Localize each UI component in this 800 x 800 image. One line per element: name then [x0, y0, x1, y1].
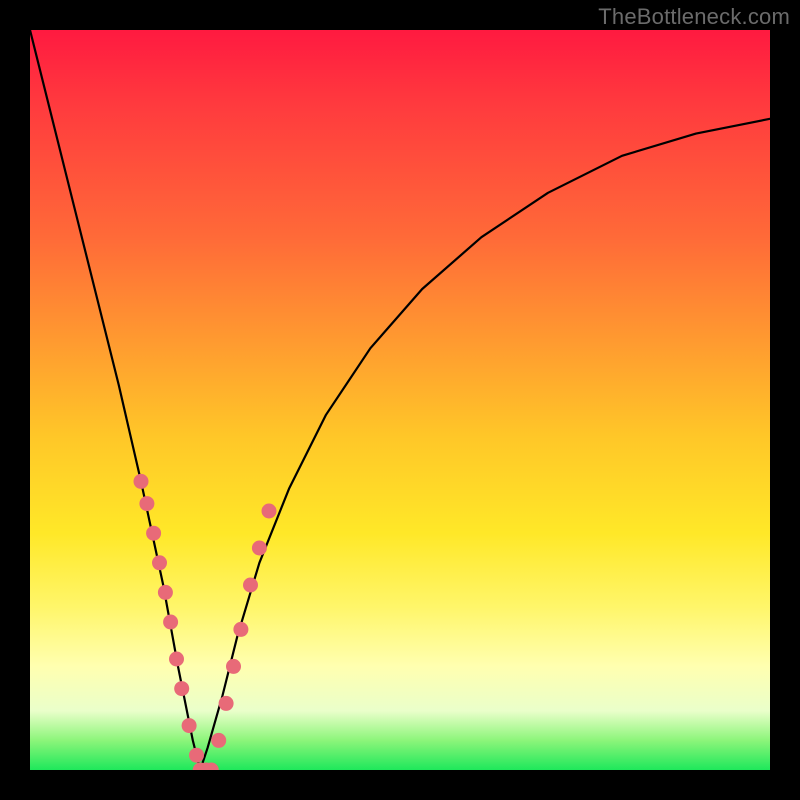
plot-area	[30, 30, 770, 770]
marker-dot	[219, 696, 234, 711]
marker-dot	[189, 748, 204, 763]
marker-dot	[152, 555, 167, 570]
marker-dot	[139, 496, 154, 511]
marker-dot	[158, 585, 173, 600]
watermark-text: TheBottleneck.com	[598, 4, 790, 30]
marker-dot	[233, 622, 248, 637]
marker-dot	[252, 541, 267, 556]
marker-dot	[174, 681, 189, 696]
marker-dot	[211, 733, 226, 748]
marker-dot	[134, 474, 149, 489]
chart-frame: TheBottleneck.com	[0, 0, 800, 800]
marker-dot	[262, 504, 277, 519]
curve-svg	[30, 30, 770, 770]
marker-group	[134, 474, 277, 770]
marker-dot	[163, 615, 178, 630]
marker-dot	[169, 652, 184, 667]
marker-dot	[146, 526, 161, 541]
marker-dot	[182, 718, 197, 733]
marker-dot	[243, 578, 258, 593]
marker-dot	[226, 659, 241, 674]
bottleneck-curve	[30, 30, 770, 770]
